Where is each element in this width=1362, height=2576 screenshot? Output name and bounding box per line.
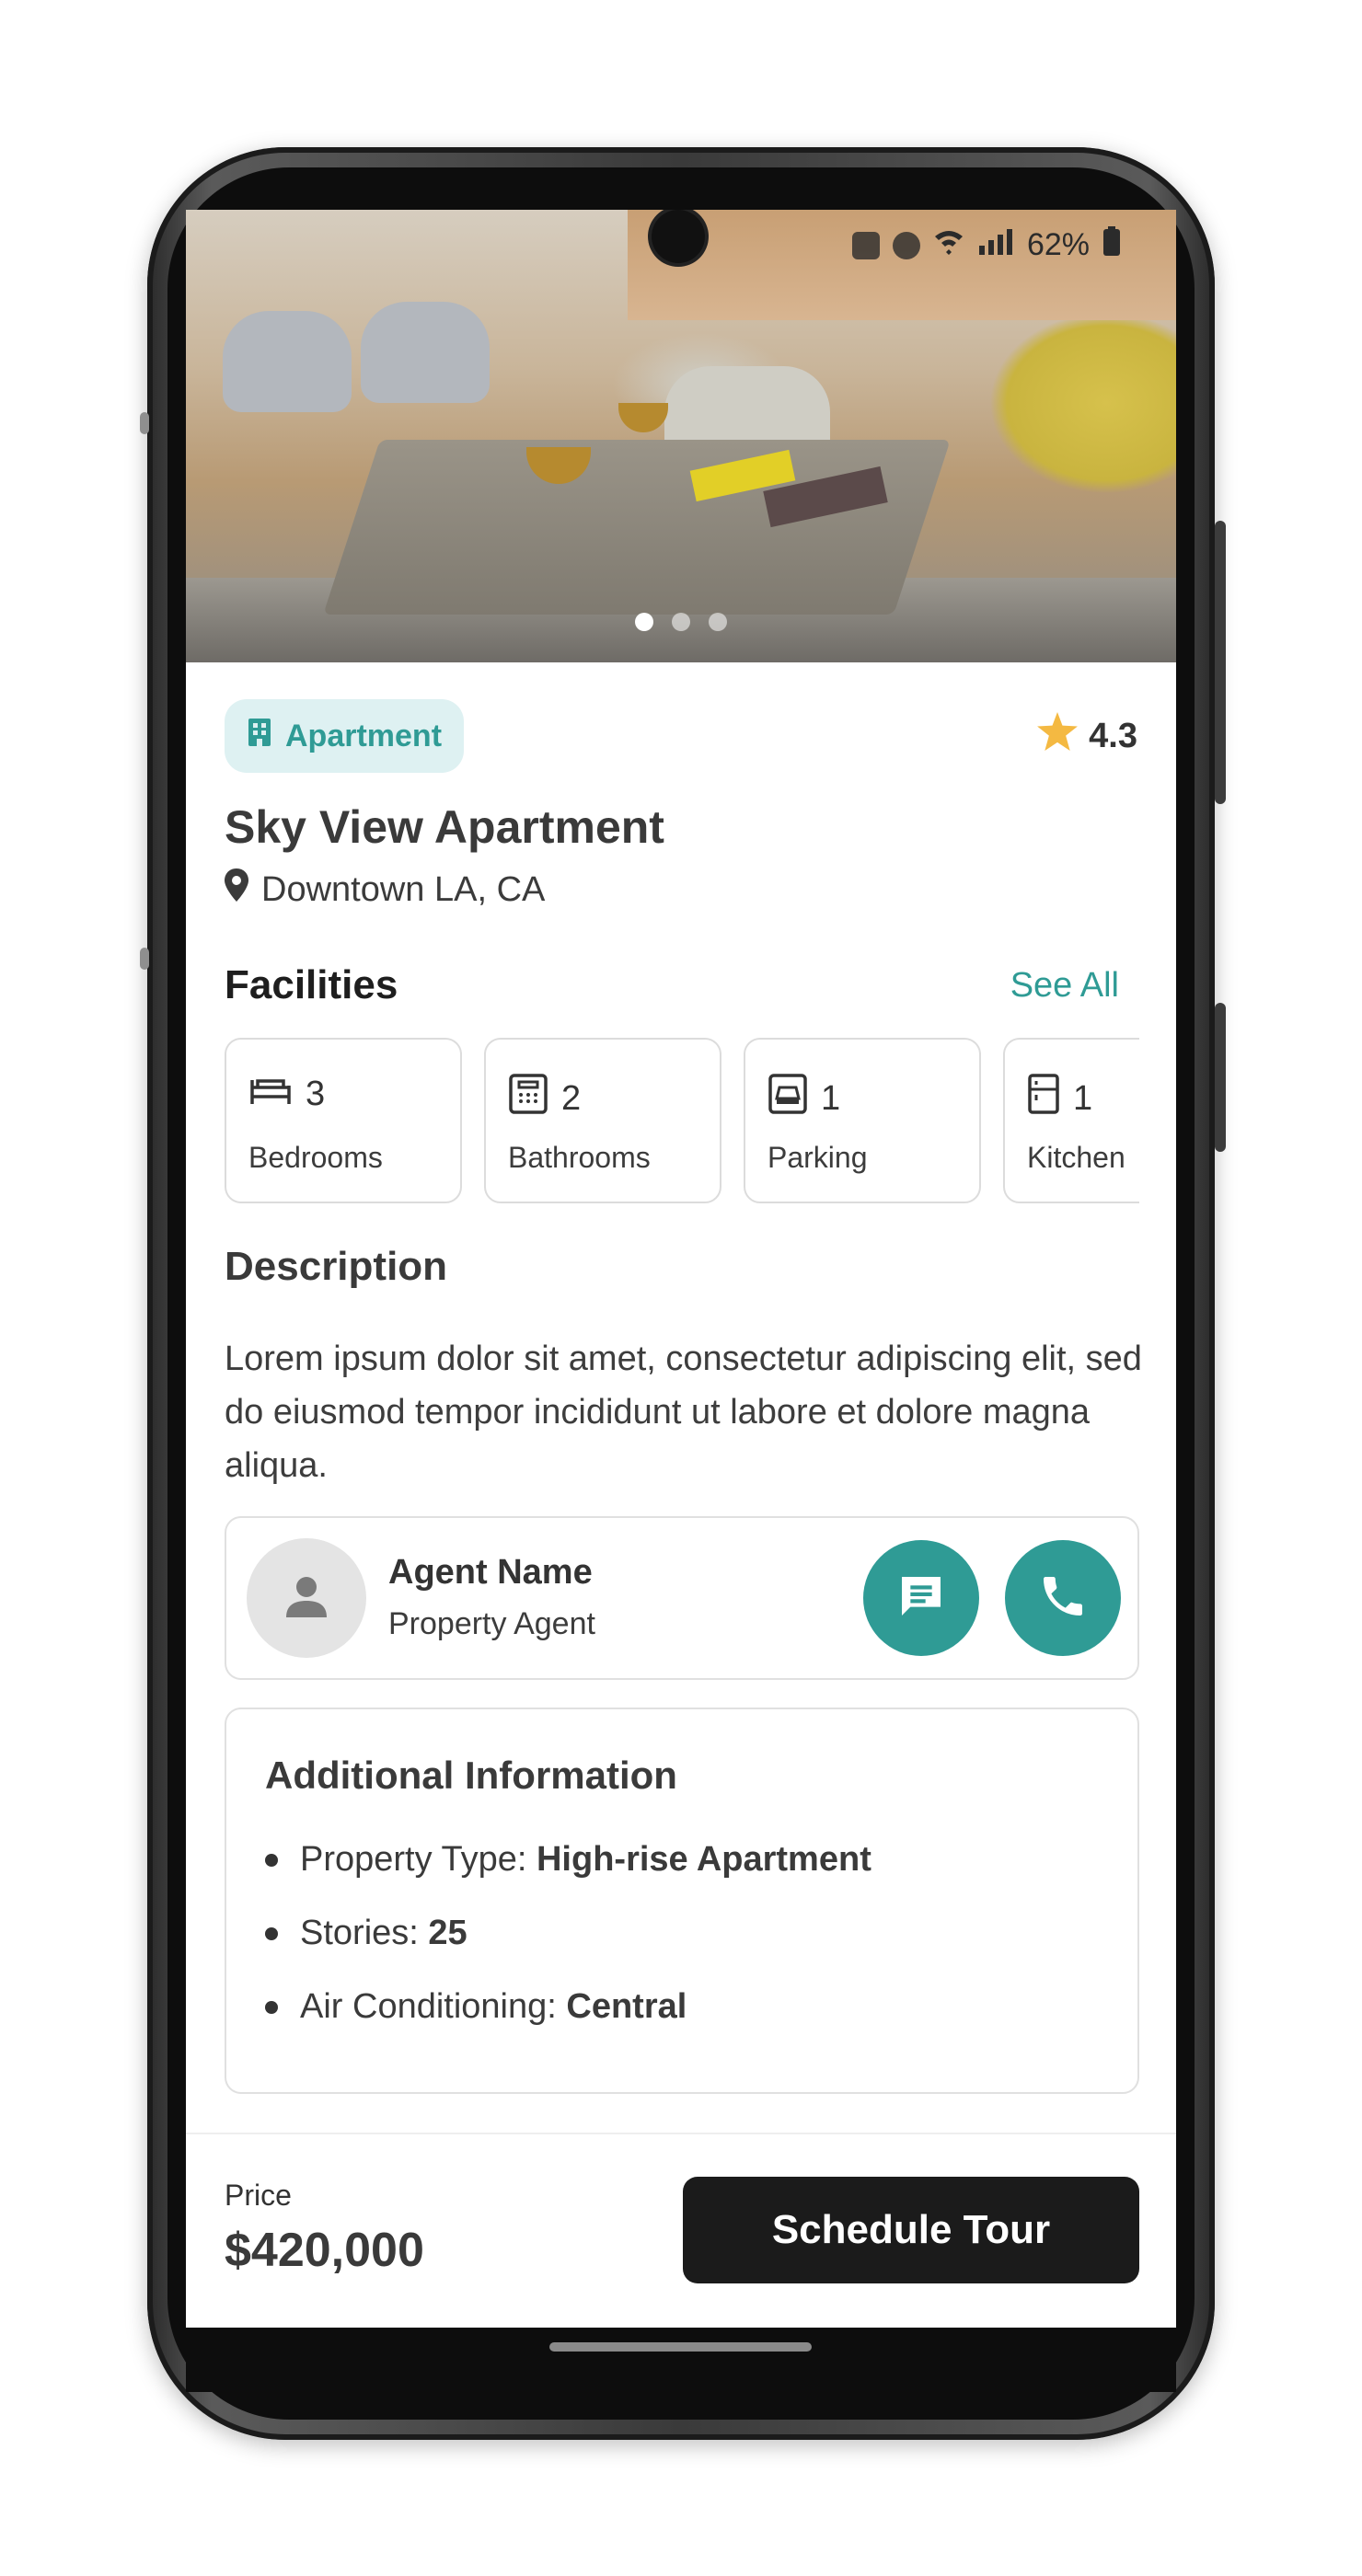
facility-count: 3 [306, 1074, 326, 1113]
facility-count: 1 [821, 1078, 841, 1118]
wifi-icon [933, 227, 964, 263]
avatar [247, 1538, 366, 1658]
location-pin-icon [225, 868, 248, 911]
home-gesture-bar[interactable] [549, 2342, 812, 2352]
frame-antenna-line [140, 948, 149, 970]
info-item-air-conditioning: Air Conditioning: Central [265, 1987, 687, 2027]
carousel-dot[interactable] [709, 613, 727, 631]
facility-label: Parking [768, 1141, 868, 1174]
facility-card-parking[interactable]: 1 Parking [744, 1038, 981, 1203]
info-label: Stories: [300, 1914, 429, 1952]
property-title: Sky View Apartment [225, 801, 664, 853]
rating-value: 4.3 [1089, 716, 1137, 755]
facility-label: Bedrooms [248, 1141, 383, 1174]
info-label: Air Conditioning: [300, 1987, 567, 2026]
person-icon [283, 1573, 329, 1624]
property-location: Downtown LA, CA [225, 868, 545, 911]
info-value: Central [566, 1987, 687, 2026]
facility-label: Kitchen [1027, 1141, 1125, 1174]
info-label: Property Type: [300, 1840, 537, 1879]
star-icon [1037, 712, 1079, 760]
message-agent-button[interactable] [863, 1540, 979, 1656]
facility-card-kitchen[interactable]: 1 Kitchen [1003, 1038, 1139, 1203]
front-camera [652, 210, 705, 263]
info-item-property-type: Property Type: High-rise Apartment [265, 1840, 871, 1880]
facility-card-bedrooms[interactable]: 3 Bedrooms [225, 1038, 462, 1203]
facility-label: Bathrooms [508, 1141, 651, 1174]
description-heading: Description [225, 1244, 448, 1289]
additional-info-card: Additional Information Property Type: Hi… [225, 1708, 1139, 2094]
facility-count: 1 [1073, 1078, 1093, 1118]
facilities-heading: Facilities [225, 962, 398, 1007]
navigation-area [186, 2328, 1176, 2392]
photo-coffee-table [323, 440, 951, 615]
building-icon [247, 717, 272, 756]
carousel-dot-active[interactable] [635, 613, 653, 631]
battery-percent: 62% [1026, 227, 1090, 262]
bathroom-icon [508, 1073, 548, 1124]
price-value: $420,000 [225, 2224, 424, 2277]
photo-gold-bowl [618, 403, 668, 432]
alarm-icon [892, 231, 920, 259]
volume-button [1215, 1003, 1226, 1152]
agent-card: Agent Name Property Agent [225, 1516, 1139, 1680]
rating: 4.3 [1037, 712, 1137, 760]
photo-dining-chair [361, 302, 490, 403]
frame-antenna-line [140, 412, 149, 434]
facility-card-bathrooms[interactable]: 2 Bathrooms [484, 1038, 721, 1203]
price-label: Price [225, 2179, 292, 2212]
carousel-dot[interactable] [672, 613, 690, 631]
bullet-dot [265, 1926, 278, 1940]
photo-dining-chair [223, 311, 352, 412]
power-button [1215, 521, 1226, 804]
additional-info-heading: Additional Information [265, 1754, 677, 1797]
property-type-chip: Apartment [225, 699, 465, 773]
bullet-dot [265, 2000, 278, 2014]
app-screen: 62% Apartment 4.3 Sky View Apartment Dow… [186, 210, 1176, 2328]
car-icon [768, 1073, 808, 1124]
property-photo-carousel[interactable]: 62% [186, 210, 1176, 662]
info-item-stories: Stories: 25 [265, 1914, 467, 1953]
bed-icon [248, 1073, 293, 1115]
message-icon [895, 1570, 947, 1627]
notification-icon [851, 231, 880, 259]
see-all-link[interactable]: See All [1010, 966, 1119, 1006]
battery-icon [1102, 226, 1121, 264]
info-value: High-rise Apartment [536, 1840, 871, 1879]
fridge-icon [1027, 1073, 1060, 1124]
facilities-list[interactable]: 3 Bedrooms 2 Bathrooms 1 Parking 1 Kitch… [225, 1038, 1139, 1207]
schedule-tour-button[interactable]: Schedule Tour [683, 2177, 1139, 2283]
property-type-label: Apartment [285, 718, 443, 753]
facility-count: 2 [561, 1078, 582, 1118]
phone-icon [1037, 1570, 1089, 1627]
bullet-dot [265, 1853, 278, 1867]
booking-footer: Price $420,000 Schedule Tour [186, 2133, 1176, 2328]
signal-icon [977, 227, 1014, 263]
carousel-indicator [186, 613, 1176, 631]
description-text: Lorem ipsum dolor sit amet, consectetur … [225, 1340, 1142, 1485]
agent-name: Agent Name [388, 1553, 593, 1592]
agent-role: Property Agent [388, 1606, 595, 1641]
status-bar: 62% [851, 226, 1121, 264]
info-value: 25 [428, 1914, 467, 1952]
location-text: Downtown LA, CA [261, 869, 546, 909]
call-agent-button[interactable] [1005, 1540, 1121, 1656]
